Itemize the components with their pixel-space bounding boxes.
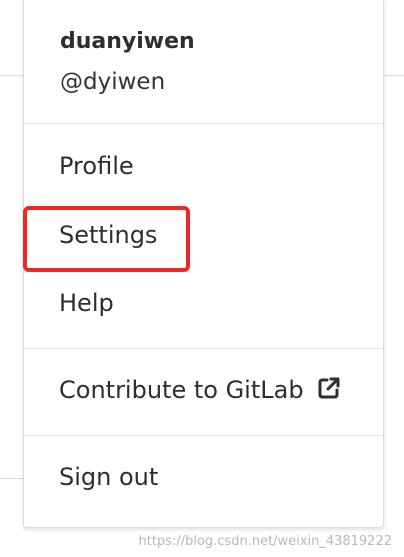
menu-divider	[24, 348, 383, 349]
user-name: duanyiwen	[60, 29, 195, 54]
contribute-label: Contribute to GitLab	[59, 376, 304, 404]
profile-menu-item[interactable]: Profile	[59, 152, 134, 180]
background-divider-right	[382, 75, 404, 76]
sign-out-menu-item[interactable]: Sign out	[59, 463, 158, 491]
external-link-icon	[317, 376, 341, 406]
menu-divider	[24, 123, 383, 124]
contribute-menu-item[interactable]: Contribute to GitLab	[59, 376, 341, 406]
user-dropdown-menu: duanyiwen @dyiwen Profile Settings Help …	[23, 0, 384, 528]
help-menu-item[interactable]: Help	[59, 289, 114, 317]
watermark-text: https://blog.csdn.net/weixin_43819222	[138, 534, 392, 549]
menu-divider	[24, 435, 383, 436]
user-info-section: duanyiwen @dyiwen	[24, 0, 383, 123]
settings-menu-item[interactable]: Settings	[59, 221, 157, 249]
user-handle: @dyiwen	[60, 69, 166, 95]
